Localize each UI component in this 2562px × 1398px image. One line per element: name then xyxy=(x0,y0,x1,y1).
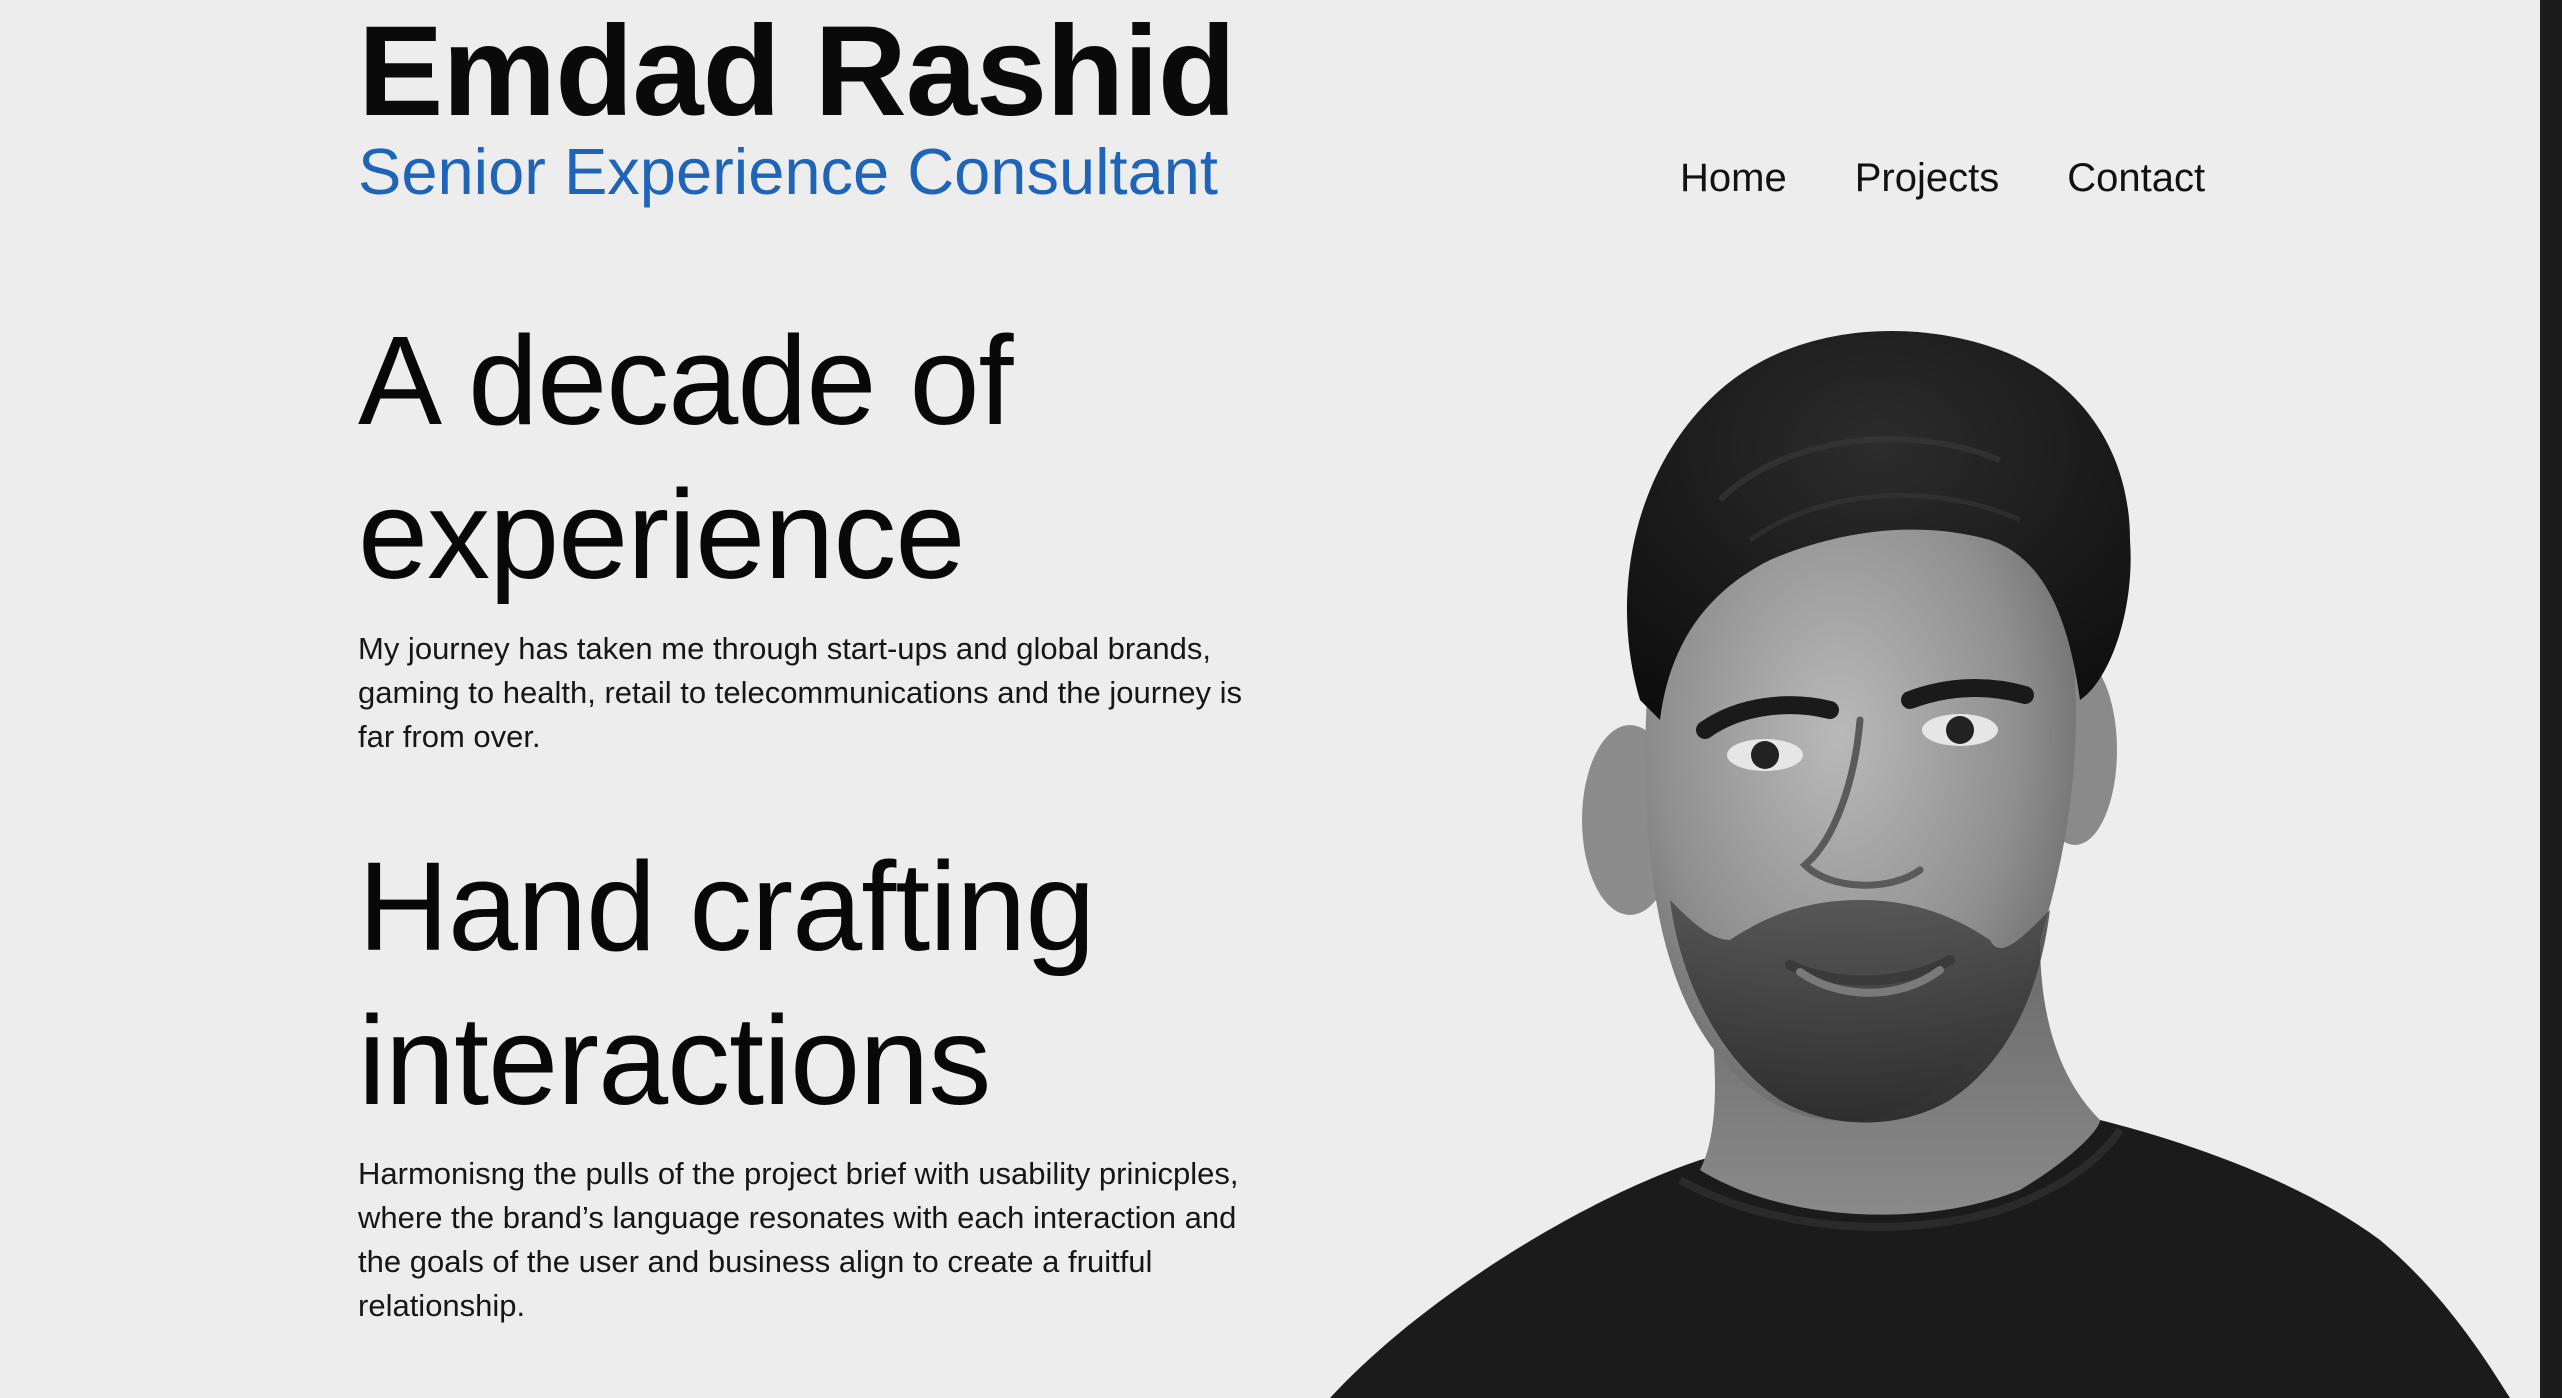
experience-heading: A decade of experience xyxy=(358,304,1014,612)
window-edge xyxy=(2540,0,2562,1398)
experience-paragraph-line: far from over. xyxy=(358,719,541,754)
interactions-paragraph-line: where the brand’s language resonates wit… xyxy=(358,1200,1237,1235)
experience-paragraph: My journey has taken me through start-up… xyxy=(358,627,1258,759)
interactions-heading: Hand crafting interactions xyxy=(358,830,1095,1138)
nav-link-contact[interactable]: Contact xyxy=(2067,150,2205,206)
interactions-paragraph: Harmonisng the pulls of the project brie… xyxy=(358,1152,1258,1328)
experience-heading-line-2: experience xyxy=(358,464,965,605)
interactions-heading-line-1: Hand crafting xyxy=(358,836,1095,977)
site-owner-name: Emdad Rashid xyxy=(358,0,1236,143)
interactions-paragraph-line: relationship. xyxy=(358,1288,526,1323)
site-owner-role: Senior Experience Consultant xyxy=(358,135,1218,208)
experience-paragraph-line: My journey has taken me through start-up… xyxy=(358,631,1211,666)
nav-link-projects[interactable]: Projects xyxy=(1855,150,2000,206)
portrait-photo xyxy=(1330,330,2510,1398)
main-nav: Home Projects Contact xyxy=(1680,150,2205,206)
experience-heading-line-1: A decade of xyxy=(358,310,1014,451)
interactions-heading-line-2: interactions xyxy=(358,990,991,1131)
interactions-paragraph-line: Harmonisng the pulls of the project brie… xyxy=(358,1156,1239,1191)
interactions-paragraph-line: the goals of the user and business align… xyxy=(358,1244,1153,1279)
nav-link-home[interactable]: Home xyxy=(1680,150,1787,206)
experience-paragraph-line: gaming to health, retail to telecommunic… xyxy=(358,675,1242,710)
